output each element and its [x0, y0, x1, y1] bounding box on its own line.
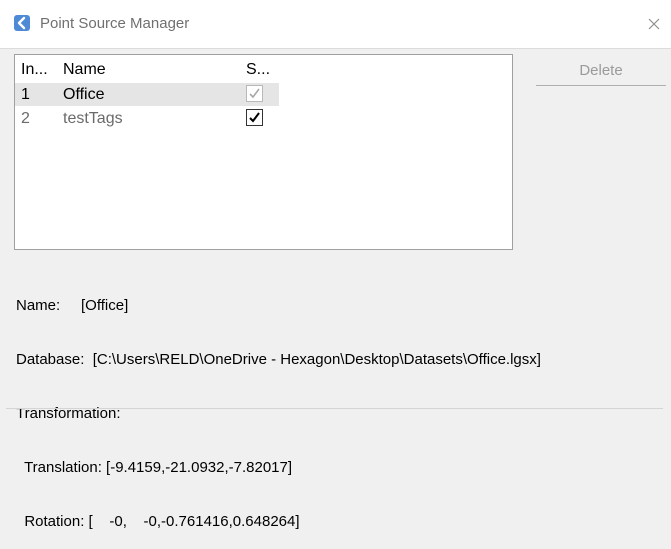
info-name: Name: [Office] [16, 297, 129, 314]
close-button[interactable] [637, 8, 671, 40]
row-name: testTags [63, 110, 123, 127]
row-visible-checkbox[interactable] [246, 109, 263, 126]
checkmark-icon [249, 112, 260, 123]
list-item[interactable]: 2 testTags [15, 107, 279, 130]
chevron-left-icon [14, 15, 30, 31]
close-icon [648, 18, 660, 30]
delete-button[interactable]: Delete [536, 55, 666, 86]
title-bar: Point Source Manager [0, 0, 671, 49]
info-translation: Translation: [-9.4159,-21.0932,-7.82017] [16, 459, 293, 476]
window-title: Point Source Manager [40, 15, 190, 32]
info-panel: Name: [Office] Database: [C:\Users\RELD\… [16, 261, 541, 549]
row-name: Office [63, 86, 105, 103]
checkmark-icon [249, 88, 260, 99]
column-header-name[interactable]: Name [63, 61, 106, 79]
divider [6, 408, 663, 409]
row-index: 2 [21, 110, 30, 127]
column-header-show[interactable]: S... [246, 61, 270, 79]
info-database: Database: [C:\Users\RELD\OneDrive - Hexa… [16, 351, 541, 368]
point-source-list[interactable]: In... Name S... 1 Office 2 testTags [14, 54, 513, 250]
row-visible-checkbox[interactable] [246, 85, 263, 102]
list-item[interactable]: 1 Office [15, 83, 279, 106]
column-header-index[interactable]: In... [21, 61, 48, 79]
info-rotation: Rotation: [ -0, -0,-0.761416,0.648264] [16, 513, 300, 530]
row-index: 1 [21, 86, 30, 103]
list-header: In... Name S... [15, 55, 512, 83]
